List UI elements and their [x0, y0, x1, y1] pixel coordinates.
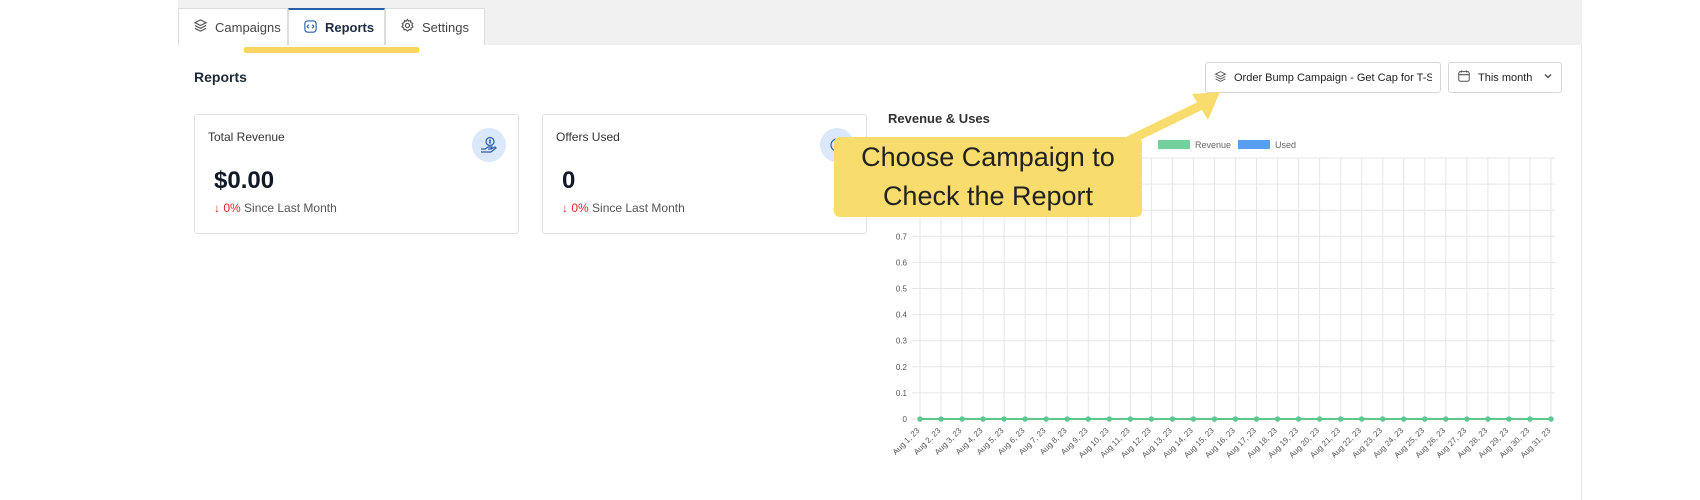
- data-point: [980, 416, 986, 422]
- stage: Campaigns Reports Settings Reports Order…: [0, 0, 1700, 500]
- y-tick-label: 0.6: [896, 258, 908, 267]
- data-point: [1106, 416, 1112, 422]
- data-point: [1443, 416, 1449, 422]
- y-tick-label: 0.1: [896, 389, 908, 398]
- change-pct: 0%: [571, 201, 589, 215]
- data-point: [1401, 416, 1407, 422]
- callout-line-2: Check the Report: [882, 181, 1094, 211]
- tab-reports[interactable]: Reports: [288, 8, 385, 45]
- chart-title: Revenue & Uses: [888, 111, 990, 126]
- data-point: [1296, 416, 1302, 422]
- data-point: [1043, 416, 1049, 422]
- calendar-icon: [1457, 69, 1471, 86]
- data-point: [1232, 416, 1239, 422]
- change-pct: 0%: [223, 201, 241, 215]
- y-tick-label: 0.5: [896, 285, 908, 294]
- y-tick-label: 0.3: [896, 337, 908, 346]
- card-value: 0: [562, 167, 576, 194]
- report-icon: [303, 19, 318, 37]
- card-title: Total Revenue: [208, 130, 285, 144]
- data-point: [1022, 416, 1028, 422]
- legend-label: Used: [1275, 140, 1296, 150]
- card-title: Offers Used: [556, 130, 620, 144]
- tab-bar: Campaigns Reports Settings: [178, 0, 1582, 45]
- data-point: [1064, 416, 1070, 422]
- data-point: [1338, 416, 1344, 422]
- down-arrow-icon: ↓: [562, 201, 568, 215]
- data-point: [1548, 416, 1554, 422]
- page-title: Reports: [194, 69, 247, 85]
- callout-annotation: Choose Campaign to Check the Report: [834, 137, 1142, 217]
- period-select[interactable]: This month: [1448, 62, 1562, 93]
- data-point: [938, 416, 944, 422]
- tab-underline: [244, 47, 419, 53]
- offers-used-card: Offers Used 0 ↓ 0% Since Last Month: [542, 114, 867, 234]
- data-point: [959, 416, 965, 422]
- data-point: [1127, 416, 1133, 422]
- change-text: Since Last Month: [244, 201, 337, 215]
- data-point: [1422, 416, 1428, 422]
- data-point: [1317, 416, 1323, 422]
- legend-swatch: [1238, 140, 1270, 149]
- tab-settings[interactable]: Settings: [385, 8, 485, 45]
- data-point: [1464, 416, 1470, 422]
- card-change: ↓ 0% Since Last Month: [214, 201, 337, 215]
- data-point: [1359, 416, 1365, 422]
- data-point: [1485, 416, 1491, 422]
- tab-label: Settings: [422, 19, 469, 35]
- callout-line-1: Choose Campaign to: [861, 142, 1115, 172]
- data-point: [1380, 416, 1386, 422]
- data-point: [1148, 416, 1154, 422]
- tab-label: Reports: [325, 20, 375, 35]
- tab-campaigns[interactable]: Campaigns: [178, 8, 288, 45]
- card-value: $0.00: [214, 167, 275, 194]
- money-hand-icon: [472, 128, 506, 162]
- data-point: [1506, 416, 1512, 422]
- data-point: [1211, 416, 1218, 422]
- data-point: [1085, 416, 1091, 422]
- data-point: [1169, 416, 1175, 422]
- data-point: [1190, 416, 1197, 422]
- campaign-select[interactable]: Order Bump Campaign - Get Cap for T-Shir…: [1205, 62, 1441, 93]
- down-arrow-icon: ↓: [214, 201, 220, 215]
- gear-icon: [400, 18, 415, 36]
- data-point: [1001, 416, 1007, 422]
- campaign-select-value: Order Bump Campaign - Get Cap for T-Shir…: [1234, 71, 1432, 84]
- data-point: [1253, 416, 1260, 422]
- chevron-down-icon: [1543, 71, 1553, 84]
- total-revenue-card: Total Revenue $0.00 ↓ 0% Since Last Mont…: [194, 114, 519, 234]
- period-select-value: This month: [1478, 71, 1533, 84]
- change-text: Since Last Month: [592, 201, 685, 215]
- tab-label: Campaigns: [215, 19, 281, 35]
- data-point: [917, 416, 923, 422]
- layers-icon: [193, 18, 208, 36]
- card-change: ↓ 0% Since Last Month: [562, 201, 685, 215]
- data-point: [1274, 416, 1281, 422]
- y-tick-label: 0.7: [896, 232, 908, 241]
- data-point: [1527, 416, 1533, 422]
- y-tick-label: 0.2: [896, 363, 908, 372]
- y-tick-label: 0.4: [896, 311, 908, 320]
- y-tick-label: 0: [903, 415, 908, 424]
